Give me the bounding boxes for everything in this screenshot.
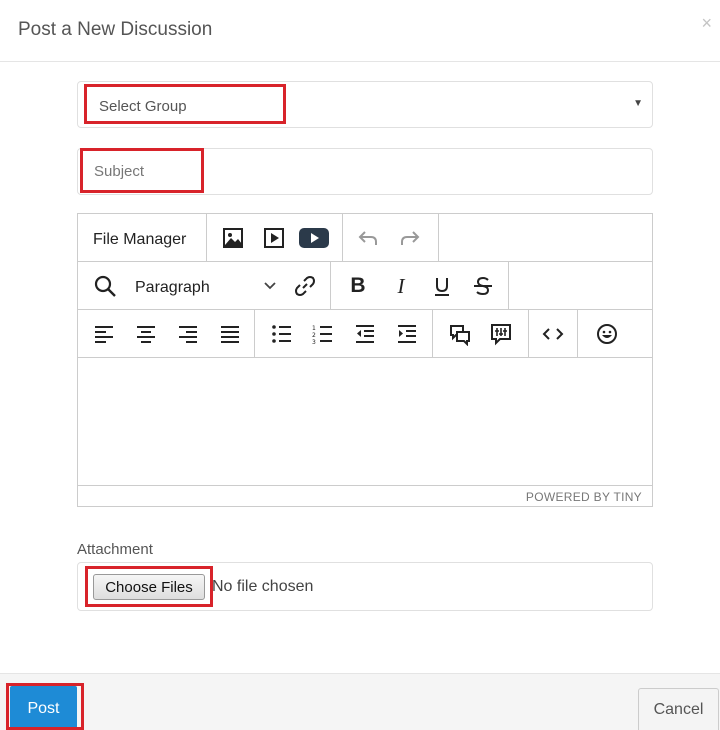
bold-icon[interactable]: B <box>343 272 373 300</box>
choose-files-button[interactable]: Choose Files <box>93 574 205 600</box>
subject-field-wrapper <box>77 148 653 195</box>
rich-text-editor: File Manager Paragraph B I 1 2 3 POWERED… <box>77 213 653 507</box>
powered-by-tiny[interactable]: POWERED BY TINY <box>526 490 642 504</box>
toolbar-group-format: Paragraph <box>78 262 331 309</box>
toolbar-group-media <box>207 214 343 261</box>
search-icon[interactable] <box>90 272 120 300</box>
toolbar-group-style: B I <box>331 262 509 309</box>
toolbar-row-3: 123 <box>78 310 652 358</box>
cancel-button[interactable]: Cancel <box>638 688 719 730</box>
group-select-value: Select Group <box>99 98 187 115</box>
toolbar-group-file: File Manager <box>78 214 207 261</box>
edit-comments-icon[interactable] <box>486 320 516 348</box>
toolbar-group-code <box>529 310 578 357</box>
group-select[interactable]: Select Group ▼ <box>77 81 653 128</box>
toolbar-row-2: Paragraph B I <box>78 262 652 310</box>
subject-input[interactable] <box>79 150 639 193</box>
align-center-icon[interactable] <box>131 320 161 348</box>
youtube-icon[interactable] <box>299 224 329 252</box>
emoticons-icon[interactable] <box>592 320 622 348</box>
svg-text:3: 3 <box>312 339 316 344</box>
italic-icon[interactable]: I <box>386 272 416 300</box>
post-button[interactable]: Post <box>10 686 77 730</box>
align-justify-icon[interactable] <box>215 320 245 348</box>
select-caret-icon: ▼ <box>633 98 643 109</box>
editor-content-area[interactable] <box>78 358 652 486</box>
toolbar-group-history <box>343 214 439 261</box>
toolbar-group-align <box>78 310 255 357</box>
toolbar-group-comments <box>433 310 529 357</box>
attachment-label: Attachment <box>77 541 153 558</box>
toolbar-group-lists: 123 <box>255 310 433 357</box>
modal-header: Post a New Discussion × <box>0 0 720 62</box>
indent-icon[interactable] <box>392 320 422 348</box>
file-status-text: No file chosen <box>212 578 314 595</box>
numbered-list-icon[interactable]: 123 <box>308 320 338 348</box>
block-format-dropdown[interactable]: Paragraph <box>135 279 210 297</box>
redo-icon[interactable] <box>395 224 425 252</box>
modal-title: Post a New Discussion <box>18 19 213 40</box>
image-icon[interactable] <box>218 224 248 252</box>
bullet-list-icon[interactable] <box>267 320 297 348</box>
outdent-icon[interactable] <box>350 320 380 348</box>
strikethrough-icon[interactable] <box>468 272 498 300</box>
modal-footer: Post Cancel <box>0 673 720 730</box>
undo-icon[interactable] <box>353 224 383 252</box>
file-manager-button[interactable]: File Manager <box>93 231 186 249</box>
toolbar-group-emoji <box>578 310 634 357</box>
svg-text:2: 2 <box>312 332 316 339</box>
link-icon[interactable] <box>290 272 320 300</box>
underline-icon[interactable] <box>427 272 457 300</box>
media-icon[interactable] <box>259 224 289 252</box>
source-code-icon[interactable] <box>538 320 568 348</box>
format-dropdown-chevron-icon[interactable] <box>255 272 285 300</box>
align-right-icon[interactable] <box>173 320 203 348</box>
comments-icon[interactable] <box>445 320 475 348</box>
svg-text:1: 1 <box>312 325 316 332</box>
align-left-icon[interactable] <box>89 320 119 348</box>
close-icon[interactable]: × <box>701 14 712 32</box>
toolbar-row-1: File Manager <box>78 214 652 262</box>
attachment-field: Choose Files No file chosen <box>77 562 653 611</box>
